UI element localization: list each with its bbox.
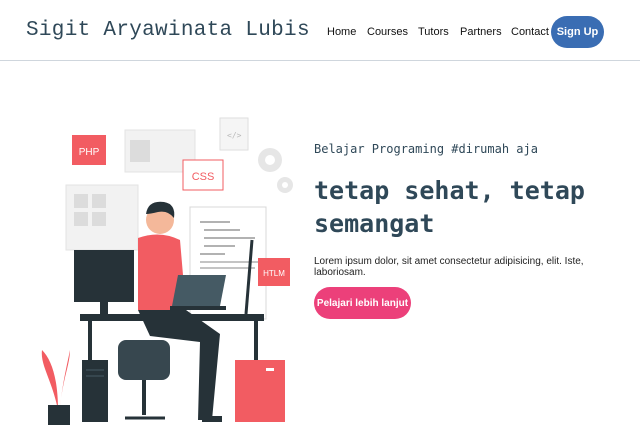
nav-home-link[interactable]: Home (327, 26, 356, 38)
php-label: PHP (79, 147, 100, 158)
chair (118, 340, 170, 380)
learn-more-button[interactable]: Pelajari lebih lanjut (314, 287, 411, 319)
hero-description: Lorem ipsum dolor, sit amet consectetur … (314, 256, 584, 278)
hero-headline: tetap sehat, tetap semangat (314, 174, 614, 240)
hero-headline-line1: tetap sehat, tetap (314, 176, 585, 205)
hero-illustration: </> PHP CSS HTLM (41, 117, 293, 425)
nav-contact-link[interactable]: Contact (511, 26, 549, 38)
monitor (74, 250, 134, 302)
nav-tutors-link[interactable]: Tutors (418, 26, 449, 38)
svg-text:</>: </> (227, 131, 242, 140)
signup-button[interactable]: Sign Up (551, 16, 604, 48)
hero-section: Belajar Programing #dirumah aja tetap se… (314, 142, 614, 319)
html-label: HTLM (263, 269, 285, 278)
nav-courses-link[interactable]: Courses (367, 26, 408, 38)
hero-headline-line2: semangat (314, 209, 435, 238)
hero-tagline: Belajar Programing #dirumah aja (314, 142, 538, 156)
plant (41, 350, 58, 410)
navbar: Sigit Aryawinata Lubis Home Courses Tuto… (0, 0, 640, 61)
laptop (172, 275, 226, 306)
css-label: CSS (192, 171, 215, 183)
cabinet (235, 360, 285, 422)
pc-tower (82, 360, 108, 422)
brand-title[interactable]: Sigit Aryawinata Lubis (26, 19, 310, 42)
nav-partners-link[interactable]: Partners (460, 26, 502, 38)
